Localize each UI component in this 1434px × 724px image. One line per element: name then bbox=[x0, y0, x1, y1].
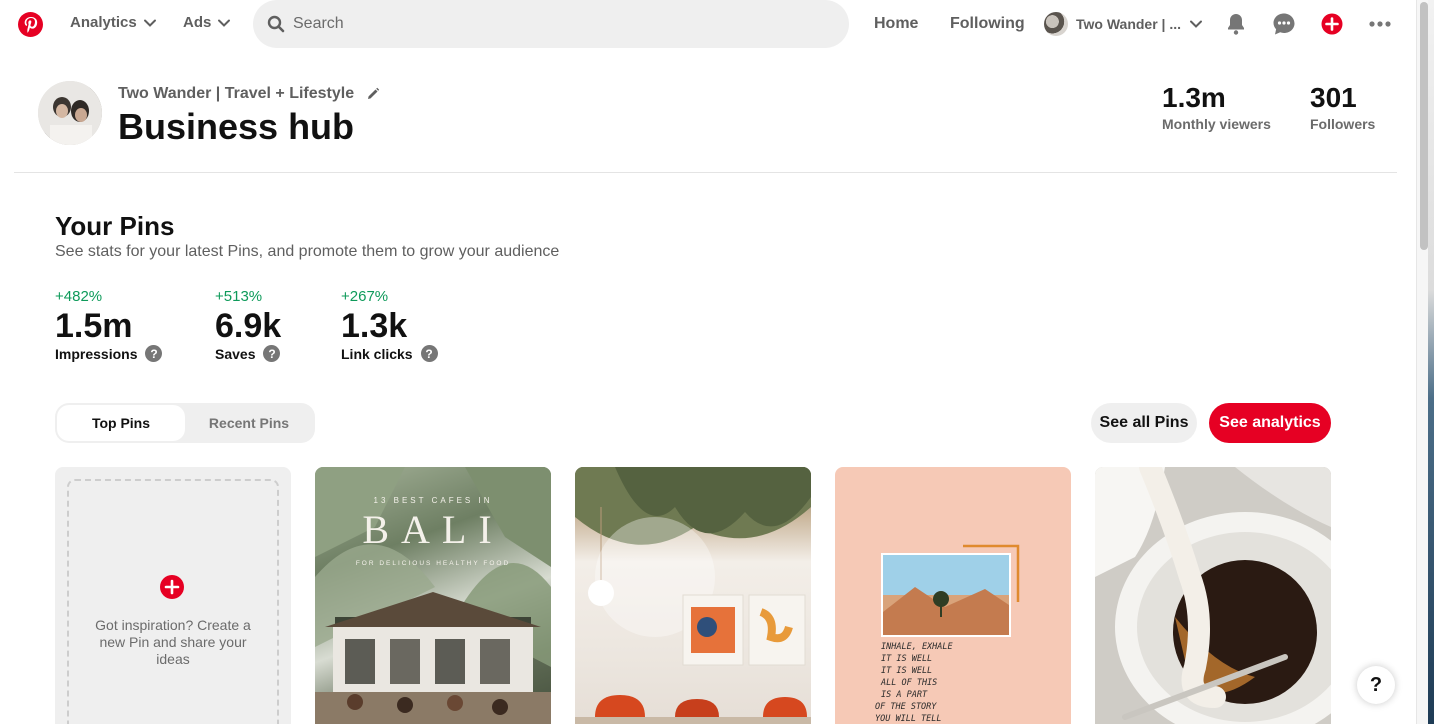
search-icon bbox=[267, 15, 285, 33]
bali-sub-text: FOR DELICIOUS HEALTHY FOOD bbox=[356, 560, 510, 567]
chevron-down-icon bbox=[1190, 20, 1203, 28]
see-analytics-button[interactable]: See analytics bbox=[1209, 403, 1331, 443]
quote-line-5: IS A PART bbox=[881, 690, 928, 700]
monthly-viewers-value: 1.3m bbox=[1162, 82, 1226, 113]
chevron-down-icon bbox=[218, 19, 231, 27]
profile-photo bbox=[38, 81, 102, 145]
metric-value: 1.5m bbox=[55, 307, 133, 345]
plus-icon bbox=[160, 575, 184, 599]
account-switcher[interactable]: Two Wander | ... bbox=[1044, 12, 1203, 36]
question-icon[interactable]: ? bbox=[263, 345, 281, 362]
pinterest-logo-icon[interactable] bbox=[18, 12, 43, 37]
search-bar[interactable] bbox=[253, 0, 849, 48]
metric-saves: +513% 6.9k Saves ? bbox=[215, 288, 281, 362]
metric-label: Saves bbox=[215, 345, 256, 362]
quote-line-7: YOU WILL TELL bbox=[875, 714, 942, 724]
profile-name-row: Two Wander | Travel + Lifestyle bbox=[118, 85, 380, 103]
following-link[interactable]: Following bbox=[950, 15, 1025, 33]
pin-card-bali[interactable]: 13 BEST CAFES IN BALI FOR DELICIOUS HEAL… bbox=[315, 467, 551, 724]
pin-image: INHALE, EXHALE IT IS WELL IT IS WELL ALL… bbox=[875, 544, 1020, 724]
pin-image: 13 BEST CAFES IN BALI FOR DELICIOUS HEAL… bbox=[315, 467, 551, 724]
section-subtitle: See stats for your latest Pins, and prom… bbox=[55, 243, 560, 260]
metric-impressions: +482% 1.5m Impressions ? bbox=[55, 288, 163, 362]
pin-card-quote[interactable]: INHALE, EXHALE IT IS WELL IT IS WELL ALL… bbox=[835, 467, 1071, 724]
account-name: Two Wander | ... bbox=[1076, 16, 1182, 32]
tab-top-pins[interactable]: Top Pins bbox=[57, 405, 185, 441]
quote-line-6: OF THE STORY bbox=[875, 702, 937, 712]
pin-card-cafe[interactable] bbox=[575, 467, 811, 724]
create-pin-card[interactable]: Got inspiration? Create a new Pin and sh… bbox=[55, 467, 291, 724]
followers-value: 301 bbox=[1310, 82, 1357, 113]
question-icon[interactable]: ? bbox=[420, 345, 438, 362]
ads-label: Ads bbox=[183, 14, 212, 31]
quote-line-1: INHALE, EXHALE bbox=[881, 642, 954, 652]
quote-line-2: IT IS WELL bbox=[881, 654, 932, 664]
metric-label-row: Saves ? bbox=[215, 345, 281, 362]
chevron-down-icon bbox=[143, 19, 156, 27]
pencil-icon[interactable] bbox=[366, 87, 380, 101]
search-input[interactable] bbox=[293, 15, 793, 33]
more-icon[interactable] bbox=[1368, 12, 1392, 36]
metric-value: 1.3k bbox=[341, 307, 408, 345]
monthly-viewers-stat: 1.3m Monthly viewers bbox=[1162, 82, 1271, 132]
metric-change: +482% bbox=[55, 288, 103, 305]
tab-recent-pins[interactable]: Recent Pins bbox=[185, 405, 313, 441]
profile-name: Two Wander | Travel + Lifestyle bbox=[118, 85, 355, 102]
metric-change: +267% bbox=[341, 288, 389, 305]
scrollbar-thumb[interactable] bbox=[1420, 2, 1428, 250]
chat-icon[interactable] bbox=[1272, 12, 1296, 36]
metric-link-clicks: +267% 1.3k Link clicks ? bbox=[341, 288, 438, 362]
metric-label: Link clicks bbox=[341, 345, 413, 362]
ads-dropdown[interactable]: Ads bbox=[183, 14, 231, 31]
metric-label-row: Link clicks ? bbox=[341, 345, 438, 362]
bell-icon[interactable] bbox=[1224, 12, 1248, 36]
metric-label-row: Impressions ? bbox=[55, 345, 163, 362]
metric-value: 6.9k bbox=[215, 307, 282, 345]
bali-title-text: BALI bbox=[362, 507, 503, 552]
pin-image bbox=[1095, 467, 1331, 724]
bali-top-text: 13 BEST CAFES IN bbox=[374, 496, 493, 505]
top-navigation: Analytics Ads Home Following Two Wander … bbox=[0, 0, 1416, 50]
metric-label: Impressions bbox=[55, 345, 138, 362]
quote-line-4: ALL OF THIS bbox=[880, 678, 937, 688]
question-icon[interactable]: ? bbox=[145, 345, 163, 362]
window-edge bbox=[1428, 0, 1434, 724]
pin-card-coffee[interactable] bbox=[1095, 467, 1331, 724]
profile-avatar[interactable] bbox=[38, 81, 102, 145]
metric-change: +513% bbox=[215, 288, 263, 305]
help-button[interactable]: ? bbox=[1357, 666, 1395, 704]
monthly-viewers-label: Monthly viewers bbox=[1162, 116, 1271, 132]
analytics-dropdown[interactable]: Analytics bbox=[70, 14, 157, 31]
home-link[interactable]: Home bbox=[874, 15, 918, 33]
section-title: Your Pins bbox=[55, 211, 175, 241]
analytics-label: Analytics bbox=[70, 14, 137, 31]
pin-image bbox=[575, 467, 811, 724]
create-pin-dashed-area bbox=[67, 479, 279, 724]
pins-tab-switcher: Top Pins Recent Pins bbox=[55, 403, 315, 443]
quote-line-3: IT IS WELL bbox=[881, 666, 932, 676]
create-pin-text: Got inspiration? Create a new Pin and sh… bbox=[95, 617, 251, 667]
followers-stat[interactable]: 301 Followers bbox=[1310, 82, 1375, 132]
plus-icon[interactable] bbox=[1320, 12, 1344, 36]
see-all-pins-button[interactable]: See all Pins bbox=[1091, 403, 1197, 443]
followers-label: Followers bbox=[1310, 116, 1376, 132]
header-divider bbox=[14, 172, 1397, 173]
page-title: Business hub bbox=[118, 106, 355, 147]
account-avatar bbox=[1044, 12, 1068, 36]
